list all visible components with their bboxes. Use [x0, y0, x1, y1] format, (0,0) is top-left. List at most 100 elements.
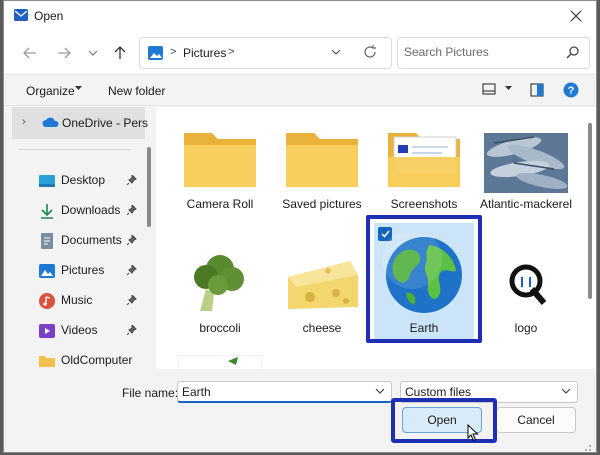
sidebar-item-oldcomputer[interactable]: OldComputer [39, 349, 149, 369]
chevron-down-icon[interactable] [330, 46, 342, 58]
help-icon[interactable]: ? [563, 82, 579, 98]
search-input[interactable] [404, 45, 554, 59]
open-dialog: Open > Pictures > Search Pictures Organi… [3, 0, 597, 453]
close-icon [570, 10, 582, 22]
organize-button[interactable]: Organize [26, 84, 75, 98]
chevron-down-icon [88, 50, 98, 56]
breadcrumb-separator[interactable]: > [228, 46, 234, 58]
image-thumbnail-icon [178, 355, 262, 369]
close-button[interactable] [556, 1, 596, 31]
cancel-button[interactable]: Cancel [496, 407, 576, 433]
file-item-partial[interactable] [170, 353, 270, 369]
file-item-screenshots[interactable]: Screenshots [374, 115, 474, 215]
navigation-bar: > Pictures > [4, 31, 596, 75]
content-scrollbar[interactable] [588, 123, 592, 299]
caret-down-icon[interactable] [505, 86, 512, 91]
address-bar[interactable]: > Pictures > [139, 37, 392, 69]
pin-icon[interactable] [127, 295, 137, 305]
window-title: Open [34, 9, 64, 23]
dialog-footer: File name: Earth Custom files Open Cance… [4, 369, 596, 452]
caret-down-icon [75, 86, 82, 90]
sidebar-item-label: Pictures [61, 263, 105, 277]
chevron-right-icon[interactable]: › [22, 116, 26, 128]
recent-locations-button[interactable] [81, 41, 105, 65]
divider [19, 149, 131, 150]
new-folder-button[interactable]: New folder [108, 84, 165, 98]
file-name-label: File name: [122, 386, 179, 400]
file-name-value[interactable]: Earth [182, 385, 211, 399]
pin-icon[interactable] [127, 235, 137, 245]
file-list: Camera Roll Saved pictures Screenshots A… [156, 107, 596, 369]
pin-icon[interactable] [127, 265, 137, 275]
mackerel-photo-icon [484, 133, 568, 193]
file-item-logo[interactable]: logo [476, 239, 576, 339]
broccoli-photo-icon [178, 253, 262, 319]
file-item-broccoli[interactable]: broccoli [170, 239, 270, 339]
desktop-icon [39, 175, 55, 187]
music-icon [39, 293, 55, 309]
file-name: Atlantic-mackerel [479, 197, 573, 211]
download-icon [41, 204, 53, 219]
file-item-camera-roll[interactable]: Camera Roll [170, 115, 270, 215]
sidebar-item-label: Downloads [61, 203, 121, 217]
command-bar: Organize New folder ? [4, 76, 596, 106]
resize-grip-icon[interactable] [582, 442, 592, 452]
up-arrow-icon [114, 46, 126, 59]
sidebar-item-music[interactable]: Music [39, 289, 149, 313]
chevron-down-icon[interactable] [561, 387, 571, 395]
sidebar-item-desktop[interactable]: Desktop [39, 169, 149, 193]
sidebar-item-label: OldComputer [61, 353, 133, 367]
pictures-icon [39, 264, 55, 278]
file-name-input[interactable]: Earth [177, 381, 392, 403]
mail-icon [14, 9, 28, 21]
videos-icon [39, 324, 55, 338]
back-button[interactable] [18, 41, 42, 65]
sidebar-item-label: Videos [61, 323, 98, 337]
sidebar-item-videos[interactable]: Videos [39, 319, 149, 343]
sidebar-item-pictures[interactable]: Pictures [39, 259, 149, 283]
file-item-atlantic-mackerel[interactable]: Atlantic-mackerel [476, 115, 576, 215]
view-layout-icon[interactable] [482, 83, 496, 95]
pin-icon[interactable] [127, 175, 137, 185]
sidebar-item-label: Documents [61, 233, 122, 247]
navigation-pane: › OneDrive - Personal Desktop Downloads … [4, 107, 154, 369]
file-name: Screenshots [390, 197, 458, 211]
title-bar: Open [4, 1, 596, 31]
folder-icon [39, 356, 55, 367]
breadcrumb-separator: > [170, 46, 177, 58]
folder-icon [286, 133, 358, 187]
up-button[interactable] [108, 41, 132, 65]
earth-highlight-box [366, 215, 482, 343]
sidebar-item-downloads[interactable]: Downloads [39, 199, 149, 223]
file-item-cheese[interactable]: cheese [272, 239, 372, 339]
file-item-saved-pictures[interactable]: Saved pictures [272, 115, 372, 215]
refresh-icon[interactable] [362, 44, 378, 60]
sidebar-scrollbar[interactable] [147, 147, 151, 227]
pin-icon[interactable] [127, 205, 137, 215]
search-box [397, 37, 590, 69]
search-icon[interactable] [566, 46, 579, 59]
folder-with-preview-icon [388, 133, 460, 187]
file-name: broccoli [199, 321, 241, 335]
back-arrow-icon [23, 47, 36, 59]
file-name: logo [514, 321, 538, 335]
sidebar-item-label: Music [61, 293, 93, 307]
logo-image-icon [484, 253, 568, 319]
preview-pane-icon[interactable] [530, 83, 544, 97]
chevron-down-icon[interactable] [375, 387, 385, 395]
cloud-icon [42, 117, 59, 127]
svg-text:?: ? [568, 85, 575, 97]
sidebar-item-documents[interactable]: Documents [39, 229, 149, 253]
mouse-cursor-icon [467, 424, 479, 442]
file-type-value[interactable]: Custom files [405, 385, 471, 399]
folder-icon [184, 133, 256, 187]
forward-button[interactable] [52, 41, 76, 65]
file-name: cheese [302, 321, 342, 335]
sidebar-item-onedrive[interactable]: › OneDrive - Personal [12, 107, 148, 139]
pin-icon[interactable] [127, 325, 137, 335]
breadcrumb-pictures[interactable]: Pictures [183, 46, 226, 60]
sidebar-item-label: Desktop [61, 173, 106, 187]
sidebar-item-label: OneDrive - Personal [62, 116, 148, 130]
pictures-folder-icon [148, 46, 163, 60]
file-name: Saved pictures [282, 197, 362, 211]
